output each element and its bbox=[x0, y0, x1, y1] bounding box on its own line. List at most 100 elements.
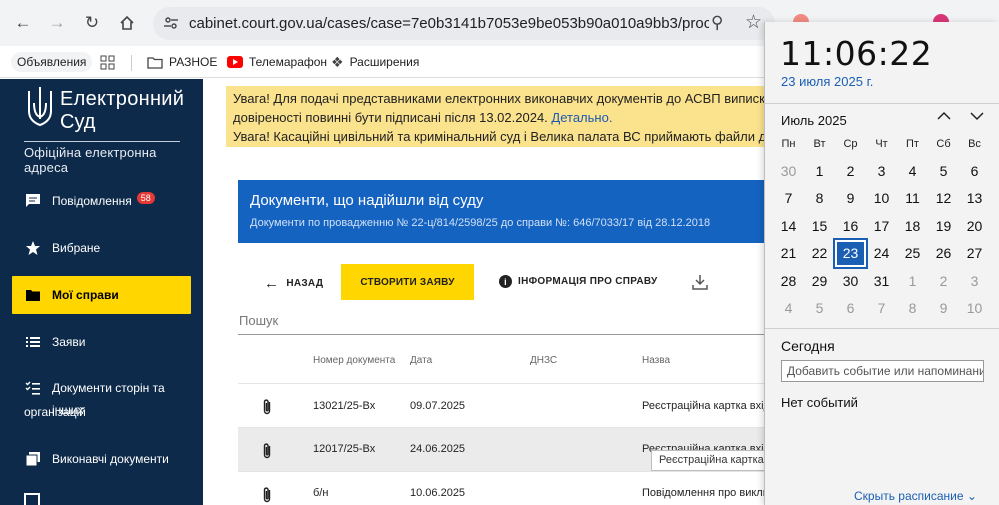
calendar-day[interactable]: 26 bbox=[928, 240, 959, 267]
calendar-day[interactable]: 30 bbox=[835, 268, 866, 295]
calendar-day[interactable]: 14 bbox=[773, 213, 804, 240]
bookmark-star-icon[interactable]: ☆ bbox=[745, 11, 762, 34]
logo-title-line2: Суд bbox=[60, 111, 96, 133]
zoom-icon[interactable]: ⚲ bbox=[711, 13, 723, 33]
create-application-button[interactable]: СТВОРИТИ ЗАЯВУ bbox=[341, 264, 474, 300]
back-arrow-icon[interactable]: ← bbox=[12, 12, 34, 34]
search-input[interactable]: Пошук bbox=[238, 313, 766, 335]
calendar-day[interactable]: 6 bbox=[959, 158, 990, 185]
divider bbox=[765, 103, 999, 104]
calendar-day[interactable]: 8 bbox=[804, 185, 835, 212]
calendar-day[interactable]: 5 bbox=[928, 158, 959, 185]
calendar-day[interactable]: 22 bbox=[804, 240, 835, 267]
address-bar[interactable]: cabinet.court.gov.ua/cases/case=7e0b3141… bbox=[153, 7, 775, 40]
calendar-day[interactable]: 30 bbox=[773, 158, 804, 185]
chevron-down-icon[interactable] bbox=[969, 108, 985, 129]
calendar-day[interactable]: 19 bbox=[928, 213, 959, 240]
weekday-label: Чт bbox=[875, 138, 888, 150]
calendar-day-today[interactable]: 23 bbox=[833, 238, 868, 269]
calendar-day[interactable]: 18 bbox=[897, 213, 928, 240]
details-link[interactable]: Детально. bbox=[551, 110, 612, 125]
bookmark-raznoe[interactable]: РАЗНОЕ bbox=[147, 52, 217, 72]
hide-schedule-link[interactable]: Скрыть расписание ⌄ bbox=[854, 489, 977, 503]
calendar-day[interactable]: 11 bbox=[897, 185, 928, 212]
calendar-day[interactable]: 24 bbox=[866, 240, 897, 267]
calendar-day[interactable]: 12 bbox=[928, 185, 959, 212]
calendar-day[interactable]: 1 bbox=[804, 158, 835, 185]
apps-grid-icon[interactable] bbox=[100, 52, 115, 72]
calendar-day[interactable]: 7 bbox=[866, 295, 897, 322]
bookmark-extensions[interactable]: ❖ Расширения bbox=[331, 52, 419, 72]
calendar-day[interactable]: 7 bbox=[773, 185, 804, 212]
calendar-day[interactable]: 15 bbox=[804, 213, 835, 240]
calendar-day[interactable]: 4 bbox=[897, 158, 928, 185]
calendar-day[interactable]: 4 bbox=[773, 295, 804, 322]
star-icon bbox=[26, 241, 40, 255]
calendar-day[interactable]: 3 bbox=[959, 268, 990, 295]
calendar-day[interactable]: 17 bbox=[866, 213, 897, 240]
reload-icon[interactable]: ↻ bbox=[81, 12, 103, 34]
sidebar-item-my-cases[interactable]: Мої справи bbox=[12, 276, 191, 314]
calendar-day[interactable]: 28 bbox=[773, 268, 804, 295]
add-event-input[interactable]: Добавить событие или напоминание bbox=[781, 360, 984, 382]
sidebar-item-messages[interactable]: Повідомлення 58 bbox=[12, 182, 191, 220]
calendar-day[interactable]: 2 bbox=[835, 158, 866, 185]
calendar-day[interactable]: 5 bbox=[804, 295, 835, 322]
calendar-day[interactable]: 6 bbox=[835, 295, 866, 322]
calendar-day[interactable]: 10 bbox=[866, 185, 897, 212]
month-label[interactable]: Июль 2025 bbox=[781, 113, 847, 128]
today-heading: Сегодня bbox=[781, 338, 835, 354]
calendar-day[interactable]: 9 bbox=[835, 185, 866, 212]
table-row[interactable]: 13021/25-Вх 09.07.2025 Реєстраційна карт… bbox=[238, 383, 776, 427]
forward-arrow-icon[interactable]: → bbox=[46, 12, 68, 34]
logo-title-line1: Електронний bbox=[60, 88, 185, 110]
sidebar-item-executive-documents[interactable]: Виконавчі документи bbox=[12, 440, 191, 478]
column-header-date[interactable]: Дата bbox=[410, 355, 432, 366]
calendar-day[interactable]: 10 bbox=[959, 295, 990, 322]
chevron-up-icon[interactable] bbox=[936, 108, 952, 129]
site-settings-icon[interactable] bbox=[163, 15, 179, 31]
column-header-number[interactable]: Номер документа bbox=[313, 355, 395, 366]
case-info-button[interactable]: i ІНФОРМАЦІЯ ПРО СПРАВУ bbox=[499, 275, 658, 288]
home-icon[interactable] bbox=[116, 12, 138, 34]
tooltip: Реєстраційна картка в bbox=[651, 450, 769, 471]
sidebar-item-applications[interactable]: Заяви bbox=[12, 323, 191, 361]
chevron-down-icon: ⌄ bbox=[966, 489, 977, 503]
calendar-day[interactable]: 8 bbox=[897, 295, 928, 322]
calendar-day[interactable]: 29 bbox=[804, 268, 835, 295]
back-button[interactable]: ← НАЗАД bbox=[264, 275, 323, 292]
calendar-day[interactable]: 3 bbox=[866, 158, 897, 185]
url-text[interactable]: cabinet.court.gov.ua/cases/case=7e0b3141… bbox=[189, 15, 709, 32]
calendar-day[interactable]: 13 bbox=[959, 185, 990, 212]
calendar-day[interactable]: 1 bbox=[897, 268, 928, 295]
bookmark-telemarafon[interactable]: Телемарафон bbox=[227, 52, 327, 72]
notice-line: Увага! Касаційні цивільний та кримінальн… bbox=[233, 129, 766, 144]
calendar-day[interactable]: 21 bbox=[773, 240, 804, 267]
calendar-day[interactable]: 9 bbox=[928, 295, 959, 322]
column-header-dnzs[interactable]: ДНЗС bbox=[530, 355, 557, 366]
calendar-day[interactable]: 25 bbox=[897, 240, 928, 267]
attachment-icon[interactable] bbox=[262, 398, 272, 416]
puzzle-icon: ❖ bbox=[331, 53, 344, 70]
attachment-icon[interactable] bbox=[262, 486, 272, 504]
logo-subtitle: Офіційна електронна адреса bbox=[24, 145, 157, 175]
documents-title: Документи, що надійшли від суду bbox=[250, 192, 484, 209]
sidebar-item-label: Вибране bbox=[52, 241, 101, 255]
folder-icon bbox=[26, 290, 40, 301]
calendar-day[interactable]: 20 bbox=[959, 213, 990, 240]
calendar-day[interactable]: 2 bbox=[928, 268, 959, 295]
weekday-label: Сб bbox=[936, 138, 951, 150]
bookmark-ads[interactable]: Объявления bbox=[11, 52, 93, 72]
arrow-left-icon: ← bbox=[264, 275, 280, 292]
bookmark-label: Расширения bbox=[349, 55, 420, 69]
attachment-icon[interactable] bbox=[262, 442, 272, 460]
table-row[interactable]: б/н 10.06.2025 Повідомлення про виклик bbox=[238, 471, 774, 505]
calendar-day[interactable]: 16 bbox=[835, 213, 866, 240]
sidebar-item-favorites[interactable]: Вибране bbox=[12, 229, 191, 267]
calendar-day[interactable]: 31 bbox=[866, 268, 897, 295]
column-header-name[interactable]: Назва bbox=[642, 355, 670, 366]
download-icon[interactable] bbox=[692, 274, 708, 295]
calendar-day[interactable]: 27 bbox=[959, 240, 990, 267]
current-date-link[interactable]: 23 июля 2025 г. bbox=[781, 74, 873, 89]
case-info-label: ІНФОРМАЦІЯ ПРО СПРАВУ bbox=[518, 276, 658, 287]
